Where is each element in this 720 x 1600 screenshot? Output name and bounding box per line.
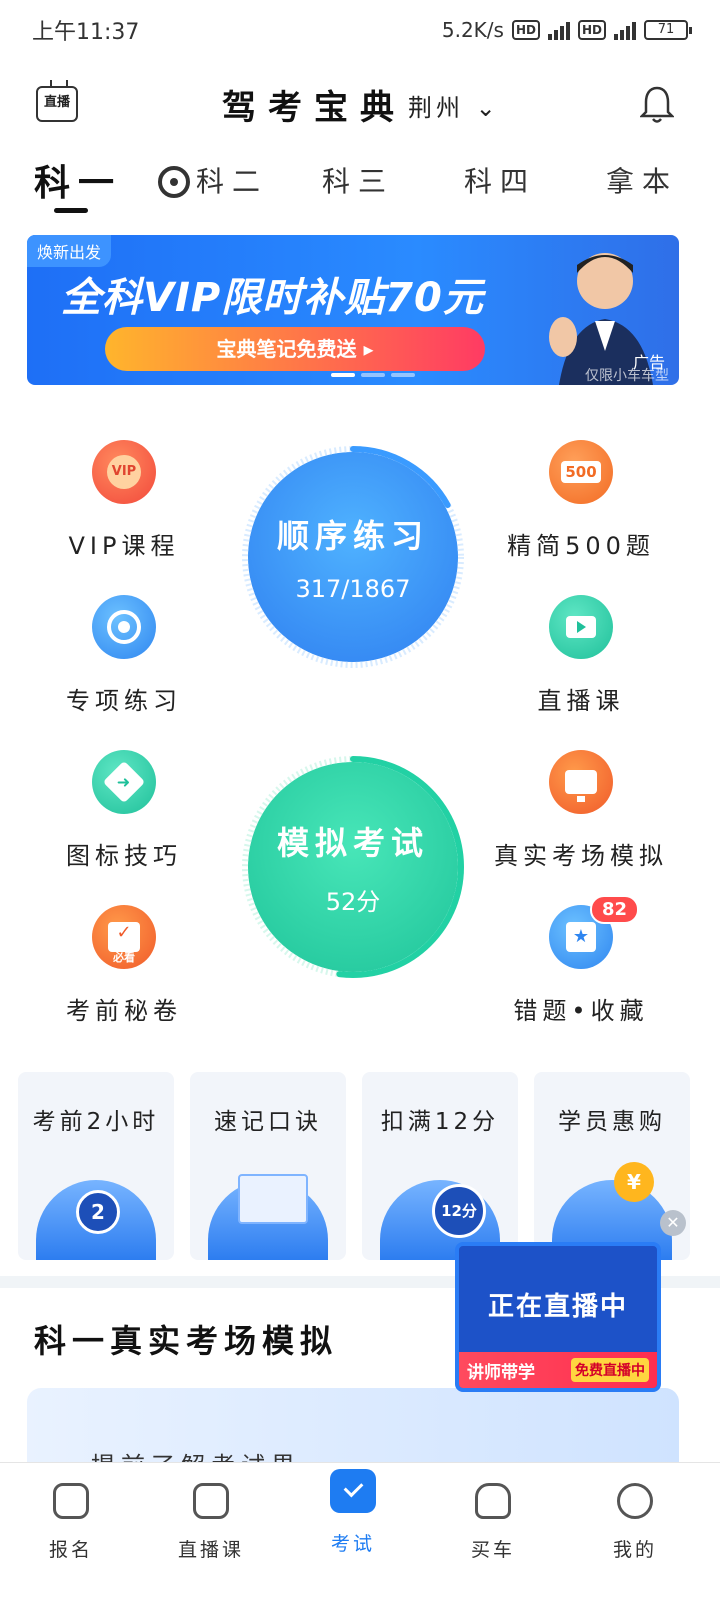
mistakes-label: 错题•收藏 xyxy=(513,997,649,1025)
signal-4g-icon xyxy=(547,20,570,40)
bottom-nav: 报名 直播课 考试 买车 我的 xyxy=(0,1462,720,1600)
feature-card-2hours[interactable]: 考前2小时 2 xyxy=(18,1072,174,1260)
mock-title: 模拟考试 xyxy=(276,823,429,862)
nav-exam[interactable]: 考试 xyxy=(298,1469,408,1556)
sign-tips-item[interactable]: ➜ 图标技巧 xyxy=(14,750,234,871)
feature-card-title: 学员惠购 xyxy=(558,1109,666,1135)
select500-icon: 500 xyxy=(549,440,613,504)
sequence-progress-text: 317/1867 xyxy=(295,575,411,603)
subject-tabs: 科一 科二 科三 科四 拿本 xyxy=(0,150,720,214)
video-camera-icon xyxy=(549,595,613,659)
study-board-icon xyxy=(208,1174,328,1260)
real-exam-item[interactable]: 真实考场模拟 xyxy=(471,750,691,871)
promo-banner[interactable]: 焕新出发 全科VIP限时补贴70元 宝典笔记免费送 ▸ 仅限小车车型 广告 xyxy=(27,235,679,385)
feature-card-title: 考前2小时 xyxy=(32,1109,160,1135)
profile-icon xyxy=(617,1483,653,1519)
feature-card-12points[interactable]: 扣满12分 12分 xyxy=(362,1072,518,1260)
battery-icon: 71 xyxy=(644,20,692,40)
nav-live-class[interactable]: 直播课 xyxy=(156,1483,266,1562)
steering-wheel-icon xyxy=(158,166,190,198)
network-speed: 5.2K/s xyxy=(441,18,504,42)
special-practice-item[interactable]: 专项练习 xyxy=(14,595,234,716)
banner-tag: 焕新出发 xyxy=(27,235,112,267)
road-sign-icon: ➜ xyxy=(92,750,156,814)
nav-label: 我的 xyxy=(612,1539,657,1561)
target-icon xyxy=(92,595,156,659)
vip-course-item[interactable]: VIP VIP课程 xyxy=(14,440,234,561)
banner-pagination xyxy=(331,373,415,377)
feature-card-mnemonics[interactable]: 速记口诀 xyxy=(190,1072,346,1260)
active-tab-indicator xyxy=(54,208,88,213)
sequence-practice-button[interactable]: 顺序练习 317/1867 xyxy=(242,446,464,668)
tab-get-license[interactable]: 拿本 xyxy=(606,160,678,200)
chevron-down-icon: ⌄ xyxy=(475,94,500,122)
tab-subject-3[interactable]: 科三 xyxy=(322,160,394,200)
status-time: 上午11:37 xyxy=(32,20,140,45)
mock-exam-button[interactable]: 模拟考试 52分 xyxy=(242,756,464,978)
close-icon[interactable]: ✕ xyxy=(660,1210,686,1236)
city-selector[interactable]: 荆州 ⌄ xyxy=(408,88,500,123)
banner-cta[interactable]: 宝典笔记免费送 ▸ xyxy=(105,327,485,371)
nav-label: 考试 xyxy=(330,1533,375,1555)
nav-label: 报名 xyxy=(48,1539,93,1561)
sequence-title: 顺序练习 xyxy=(276,517,429,555)
tab-subject-2[interactable]: 科二 xyxy=(196,160,268,200)
sign-tips-label: 图标技巧 xyxy=(66,842,182,870)
app-header: 直播 驾考宝典 荆州 ⌄ xyxy=(0,70,720,140)
real-exam-section-title: 科一真实考场模拟 xyxy=(34,1322,339,1360)
hd-icon: HD xyxy=(577,20,606,40)
live-popup-bar: 讲师带学 免费直播中 xyxy=(459,1352,657,1388)
sequence-progress-ring xyxy=(242,446,464,668)
signal-5g-icon xyxy=(614,20,636,40)
stopwatch-icon: 2 xyxy=(36,1180,156,1260)
nav-profile[interactable]: 我的 xyxy=(580,1483,690,1562)
tab-subject-1[interactable]: 科一 xyxy=(34,154,122,206)
feature-card-title: 扣满12分 xyxy=(380,1109,500,1135)
exam-icon xyxy=(330,1469,376,1513)
city-name: 荆州 xyxy=(408,94,464,122)
nav-label: 买车 xyxy=(470,1539,515,1561)
bell-icon[interactable] xyxy=(640,84,674,124)
nav-buy-car[interactable]: 买车 xyxy=(438,1483,548,1562)
mistakes-count-badge: 82 xyxy=(589,895,639,924)
real-exam-label: 真实考场模拟 xyxy=(494,842,668,870)
ad-label: 广告 xyxy=(632,353,665,372)
select500-label: 精简500题 xyxy=(507,532,655,560)
mock-score: 52分 xyxy=(325,887,381,916)
live-stream-popup[interactable]: 正在直播中 讲师带学 免费直播中 xyxy=(455,1242,661,1392)
hd-icon: HD xyxy=(511,20,540,40)
app-title: 驾考宝典 xyxy=(222,88,406,128)
live-tv-button[interactable]: 直播 xyxy=(36,86,78,122)
tv-icon xyxy=(193,1483,229,1519)
secret-paper-item[interactable]: ✓ 必看 考前秘卷 xyxy=(14,905,234,1026)
vip-medal-icon: VIP xyxy=(92,440,156,504)
special-practice-label: 专项练习 xyxy=(66,687,182,715)
vip-course-label: VIP课程 xyxy=(68,532,180,560)
banner-title: 全科VIP限时补贴70元 xyxy=(61,275,484,321)
nav-signup[interactable]: 报名 xyxy=(16,1483,126,1562)
star-folder-icon: ★ 82 xyxy=(549,895,639,969)
clipboard-check-icon: ✓ 必看 xyxy=(92,905,156,969)
select500-item[interactable]: 500 精简500题 xyxy=(471,440,691,561)
feature-card-title: 速记口诀 xyxy=(214,1109,322,1135)
live-class-item[interactable]: 直播课 xyxy=(471,595,691,716)
tab-subject-4[interactable]: 科四 xyxy=(464,160,536,200)
car-icon xyxy=(475,1483,511,1519)
status-indicators: 5.2K/s HD HD 71 xyxy=(441,18,692,42)
nav-label: 直播课 xyxy=(177,1539,244,1561)
mistakes-item[interactable]: ★ 82 错题•收藏 xyxy=(471,895,691,1026)
status-bar: 上午11:37 5.2K/s HD HD 71 xyxy=(0,0,720,60)
teacher-label: 讲师带学 xyxy=(467,1362,535,1383)
live-popup-title: 正在直播中 xyxy=(487,1292,628,1322)
secret-paper-label: 考前秘卷 xyxy=(66,997,182,1025)
monitor-icon xyxy=(549,750,613,814)
mock-progress-ring xyxy=(242,756,464,978)
live-class-label: 直播课 xyxy=(537,687,625,715)
free-live-label: 免费直播中 xyxy=(571,1358,649,1382)
signup-icon xyxy=(53,1483,89,1519)
